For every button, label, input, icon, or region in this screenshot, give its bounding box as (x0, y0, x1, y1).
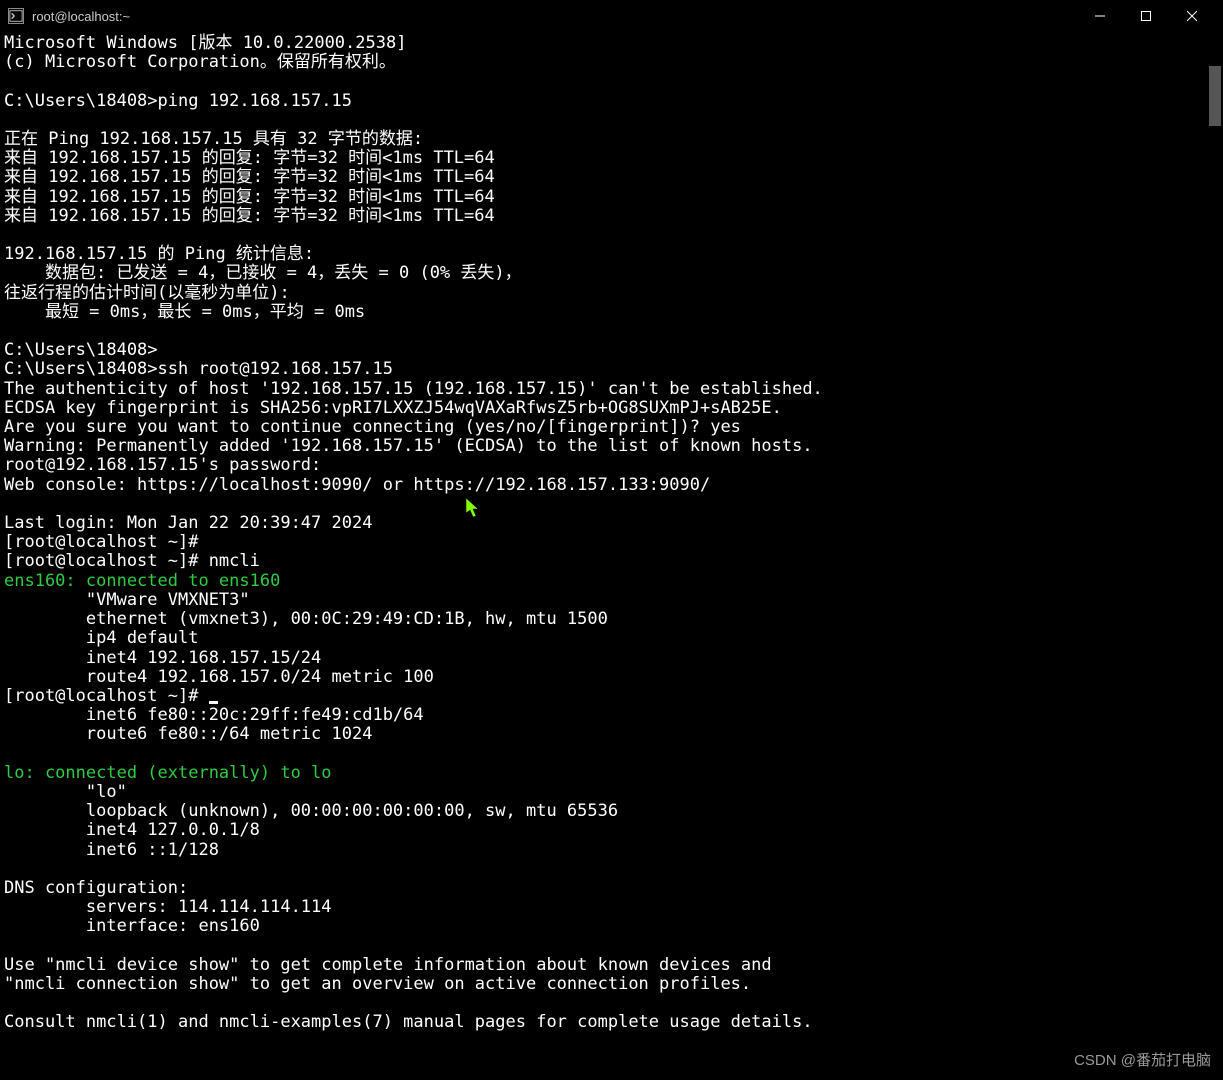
terminal-line: "lo" (4, 783, 1219, 802)
terminal-line: Web console: https://localhost:9090/ or … (4, 476, 1219, 495)
terminal-output[interactable]: Microsoft Windows [版本 10.0.22000.2538](c… (0, 32, 1223, 1035)
terminal-line (4, 860, 1219, 879)
terminal-line: lo: connected (externally) to lo (4, 764, 1219, 783)
terminal-line: 192.168.157.15 的 Ping 统计信息: (4, 245, 1219, 264)
terminal-line: interface: ens160 (4, 917, 1219, 936)
terminal-line: 最短 = 0ms，最长 = 0ms，平均 = 0ms (4, 303, 1219, 322)
terminal-line (4, 111, 1219, 130)
terminal-line: [root@localhost ~]# nmcli (4, 552, 1219, 571)
terminal-line: Microsoft Windows [版本 10.0.22000.2538] (4, 34, 1219, 53)
close-button[interactable] (1169, 0, 1215, 32)
terminal-line: route4 192.168.157.0/24 metric 100 (4, 668, 1219, 687)
terminal-line: route6 fe80::/64 metric 1024 (4, 725, 1219, 744)
minimize-button[interactable] (1077, 0, 1123, 32)
terminal-line: C:\Users\18408>ssh root@192.168.157.15 (4, 360, 1219, 379)
terminal-line (4, 72, 1219, 91)
terminal-line: 来自 192.168.157.15 的回复: 字节=32 时间<1ms TTL=… (4, 188, 1219, 207)
terminal-line: Consult nmcli(1) and nmcli-examples(7) m… (4, 1013, 1219, 1032)
terminal-icon (8, 8, 24, 24)
window-title: root@localhost:~ (32, 9, 1077, 24)
terminal-line: [root@localhost ~]# (4, 687, 1219, 706)
terminal-line: 来自 192.168.157.15 的回复: 字节=32 时间<1ms TTL=… (4, 207, 1219, 226)
terminal-line: loopback (unknown), 00:00:00:00:00:00, s… (4, 802, 1219, 821)
terminal-line: C:\Users\18408>ping 192.168.157.15 (4, 92, 1219, 111)
terminal-line: 往返行程的估计时间(以毫秒为单位): (4, 284, 1219, 303)
terminal-line: C:\Users\18408> (4, 341, 1219, 360)
terminal-line (4, 994, 1219, 1013)
terminal-line: root@192.168.157.15's password: (4, 456, 1219, 475)
terminal-line: [root@localhost ~]# (4, 533, 1219, 552)
terminal-line: servers: 114.114.114.114 (4, 898, 1219, 917)
terminal-line: "nmcli connection show" to get an overvi… (4, 975, 1219, 994)
terminal-line: Are you sure you want to continue connec… (4, 418, 1219, 437)
terminal-line (4, 937, 1219, 956)
terminal-line (4, 495, 1219, 514)
text-cursor (209, 701, 218, 704)
window-titlebar: root@localhost:~ (0, 0, 1223, 32)
terminal-line: ECDSA key fingerprint is SHA256:vpRI7LXX… (4, 399, 1219, 418)
window-controls (1077, 0, 1215, 32)
terminal-line: 数据包: 已发送 = 4，已接收 = 4，丢失 = 0 (0% 丢失)， (4, 264, 1219, 283)
terminal-line (4, 226, 1219, 245)
terminal-line (4, 322, 1219, 341)
csdn-watermark: CSDN @番茄打电脑 (1074, 1049, 1211, 1070)
terminal-line: Use "nmcli device show" to get complete … (4, 956, 1219, 975)
terminal-line: "VMware VMXNET3" (4, 591, 1219, 610)
terminal-line: inet4 192.168.157.15/24 (4, 649, 1219, 668)
terminal-line: Warning: Permanently added '192.168.157.… (4, 437, 1219, 456)
terminal-line: ip4 default (4, 629, 1219, 648)
terminal-line: (c) Microsoft Corporation。保留所有权利。 (4, 53, 1219, 72)
scrollbar-thumb[interactable] (1209, 66, 1221, 126)
terminal-line: inet6 fe80::20c:29ff:fe49:cd1b/64 (4, 706, 1219, 725)
terminal-line: inet4 127.0.0.1/8 (4, 821, 1219, 840)
terminal-line: 正在 Ping 192.168.157.15 具有 32 字节的数据: (4, 130, 1219, 149)
terminal-line: DNS configuration: (4, 879, 1219, 898)
terminal-line: The authenticity of host '192.168.157.15… (4, 380, 1219, 399)
terminal-line: ethernet (vmxnet3), 00:0C:29:49:CD:1B, h… (4, 610, 1219, 629)
scrollbar-track[interactable] (1207, 32, 1223, 1080)
terminal-line: ens160: connected to ens160 (4, 572, 1219, 591)
maximize-button[interactable] (1123, 0, 1169, 32)
terminal-line: 来自 192.168.157.15 的回复: 字节=32 时间<1ms TTL=… (4, 149, 1219, 168)
terminal-line: Last login: Mon Jan 22 20:39:47 2024 (4, 514, 1219, 533)
terminal-line (4, 745, 1219, 764)
terminal-line: 来自 192.168.157.15 的回复: 字节=32 时间<1ms TTL=… (4, 168, 1219, 187)
terminal-line: inet6 ::1/128 (4, 841, 1219, 860)
